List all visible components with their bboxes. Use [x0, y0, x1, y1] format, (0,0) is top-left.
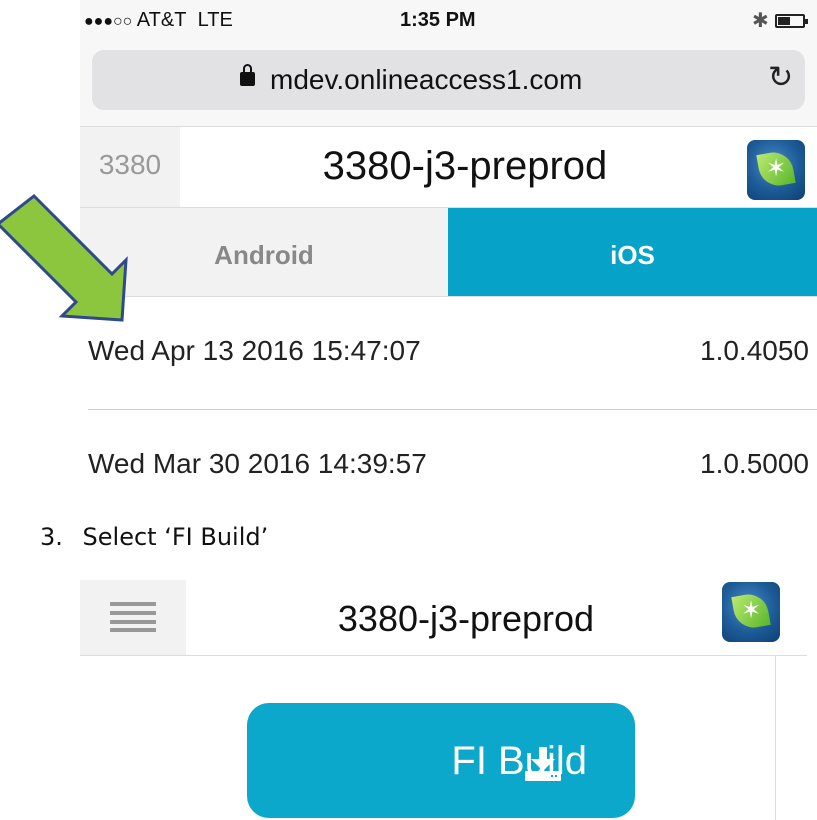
- screenshot-build-list: ●●●○○ AT&T LTE 1:35 PM ✱ mdev.onlineacce…: [80, 0, 817, 520]
- step-text: Select ‘FI Build’: [82, 523, 269, 551]
- battery-icon: [775, 14, 808, 28]
- menu-button[interactable]: [80, 580, 186, 655]
- app-logo-icon: ✶: [722, 582, 780, 642]
- step-instruction: 3. Select ‘FI Build’: [40, 523, 268, 551]
- reload-icon[interactable]: ↻: [768, 60, 793, 95]
- app-id: 3380: [98, 149, 162, 180]
- tab-ios[interactable]: iOS: [448, 208, 817, 296]
- menu-icon: [110, 602, 156, 632]
- build-date: Wed Mar 30 2016 14:39:57: [88, 448, 427, 479]
- address-bar[interactable]: mdev.onlineaccess1.com ↻: [92, 50, 805, 110]
- lock-icon: [240, 64, 255, 86]
- download-icon: [525, 747, 561, 781]
- step-number: 3.: [40, 523, 63, 551]
- divider: [775, 656, 776, 820]
- app-header: 3380 3380-j3-preprod: [80, 126, 817, 208]
- browser-bar: mdev.onlineaccess1.com ↻: [80, 44, 817, 126]
- page-title: 3380-j3-preprod: [337, 598, 595, 639]
- status-carrier: ●●●○○ AT&T LTE: [84, 9, 233, 32]
- build-date: Wed Apr 13 2016 15:47:07: [88, 335, 421, 366]
- url-text: mdev.onlineaccess1.com: [270, 64, 583, 95]
- page-title: 3380-j3-preprod: [322, 144, 608, 188]
- arrow-pointer: [0, 194, 128, 322]
- carrier-name: AT&T: [136, 9, 187, 31]
- tab-ios-label: iOS: [610, 240, 655, 270]
- status-bar: ●●●○○ AT&T LTE 1:35 PM ✱: [80, 0, 817, 44]
- fi-build-button[interactable]: FI Build: [247, 703, 635, 818]
- app-logo-icon: ✶: [747, 140, 805, 200]
- build-version: 1.0.5000: [700, 448, 809, 479]
- build-version: 1.0.4050: [700, 335, 809, 366]
- bluetooth-icon: ✱: [752, 10, 769, 32]
- screenshot-fi-build: 3380-j3-preprod ✶ FI Build: [80, 580, 817, 820]
- status-time: 1:35 PM: [400, 9, 476, 31]
- build-row[interactable]: Wed Mar 30 2016 14:39:57 1.0.5000: [80, 410, 817, 520]
- network-type: LTE: [197, 9, 233, 31]
- build-row[interactable]: Wed Apr 13 2016 15:47:07 1.0.4050: [80, 297, 817, 407]
- signal-icon: ●●●○○: [84, 13, 133, 30]
- app-header: 3380-j3-preprod: [80, 580, 807, 656]
